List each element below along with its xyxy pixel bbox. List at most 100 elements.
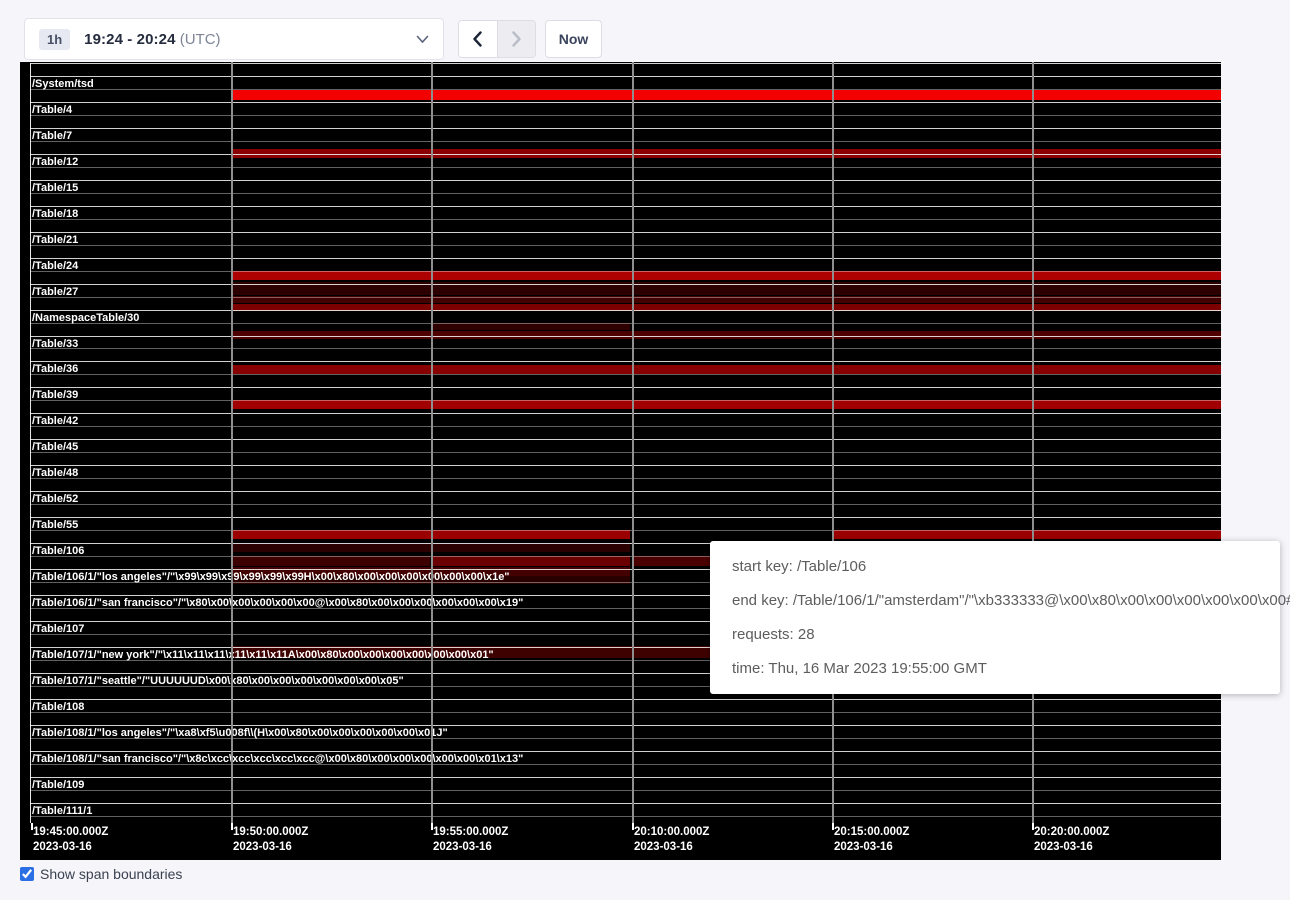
chevron-left-icon (472, 31, 483, 47)
axis-time: 20:10:00.000Z (634, 825, 709, 840)
prev-range-button[interactable] (459, 21, 497, 57)
span-boundary-line (30, 530, 1221, 531)
next-range-button[interactable] (497, 21, 535, 57)
row-label: /Table/4 (32, 105, 72, 116)
span-boundary-line (30, 790, 1221, 791)
row-label: /Table/42 (32, 416, 78, 427)
row-label: /Table/107 (32, 624, 84, 635)
row-label: /Table/24 (32, 261, 78, 272)
heat-band[interactable] (231, 90, 1221, 100)
time-range-selector[interactable]: 1h 19:24 - 20:24 (UTC) (24, 18, 444, 60)
span-boundary-line (30, 154, 1221, 155)
tooltip-start-key: start key: /Table/106 (732, 556, 1258, 578)
span-boundary-line (30, 426, 1221, 427)
axis-date: 2023-03-16 (1034, 840, 1109, 855)
axis-time: 19:55:00.000Z (433, 825, 508, 840)
tooltip-end-key: end key: /Table/106/1/"amsterdam"/"\xb33… (732, 590, 1258, 612)
axis-time-label: 20:15:00.000Z2023-03-16 (834, 825, 909, 855)
heat-band[interactable] (231, 271, 1221, 281)
span-boundary-line (30, 284, 1221, 285)
row-label: /NamespaceTable/30 (32, 313, 139, 324)
heat-band[interactable] (231, 365, 1221, 374)
row-label: /Table/108/1/"san francisco"/"\x8c\xcc\x… (32, 754, 523, 765)
chevron-right-icon (511, 31, 522, 47)
left-edge-line (30, 63, 31, 823)
row-label: /Table/111/1 (32, 806, 92, 817)
row-label: /System/tsd (32, 79, 94, 90)
time-gridline (632, 62, 634, 823)
time-range-nav-group (458, 20, 536, 58)
span-boundary-line (30, 297, 1221, 298)
row-label: /Table/108 (32, 702, 84, 713)
span-boundary-line (30, 219, 1221, 220)
span-boundary-line (30, 323, 1221, 324)
key-visualizer-page: 1h 19:24 - 20:24 (UTC) Now /System/tsd/T… (0, 0, 1290, 900)
row-label: /Table/106/1/"san francisco"/"\x80\x00\x… (32, 598, 523, 609)
span-boundary-line (30, 128, 1221, 129)
span-boundary-line (30, 102, 1221, 103)
show-span-boundaries-checkbox[interactable] (20, 867, 34, 881)
hover-tooltip: start key: /Table/106 end key: /Table/10… (710, 541, 1280, 694)
span-boundary-line (30, 336, 1221, 337)
span-boundary-line (30, 517, 1221, 518)
time-gridline (231, 62, 233, 823)
axis-time-label: 20:10:00.000Z2023-03-16 (634, 825, 709, 855)
row-label: /Table/107/1/"seattle"/"UUUUUUD\x00\x80\… (32, 676, 404, 687)
tooltip-requests: requests: 28 (732, 624, 1258, 646)
span-boundary-line (30, 478, 1221, 479)
span-boundary-line (30, 413, 1221, 414)
span-boundary-line (30, 193, 1221, 194)
row-label: /Table/55 (32, 520, 78, 531)
tooltip-time: time: Thu, 16 Mar 2023 19:55:00 GMT (732, 658, 1258, 680)
axis-time: 19:50:00.000Z (233, 825, 308, 840)
row-label: /Table/15 (32, 183, 78, 194)
row-label: /Table/108/1/"los angeles"/"\xa8\xf5\u00… (32, 728, 448, 739)
row-label: /Table/45 (32, 442, 78, 453)
axis-date: 2023-03-16 (33, 840, 108, 855)
row-label: /Table/18 (32, 209, 78, 220)
span-boundary-line (30, 491, 1221, 492)
key-visualizer-heatmap[interactable]: /System/tsd/Table/4/Table/7/Table/12/Tab… (20, 62, 1221, 860)
time-range-text: 19:24 - 20:24 (UTC) (84, 31, 220, 48)
row-label: /Table/107/1/"new york"/"\x11\x11\x11\x1… (32, 650, 494, 661)
axis-time-label: 20:20:00.000Z2023-03-16 (1034, 825, 1109, 855)
checkbox-label: Show span boundaries (40, 866, 182, 882)
time-range-value: 19:24 - 20:24 (84, 31, 175, 48)
axis-time: 19:45:00.000Z (33, 825, 108, 840)
span-boundary-line (30, 206, 1221, 207)
now-button[interactable]: Now (545, 20, 602, 58)
span-boundary-line (30, 751, 1221, 752)
span-boundary-line (30, 725, 1221, 726)
row-label: /Table/36 (32, 364, 78, 375)
span-boundary-line (30, 803, 1221, 804)
span-boundary-line (30, 76, 1221, 77)
axis-date: 2023-03-16 (834, 840, 909, 855)
span-boundary-line (30, 504, 1221, 505)
axis-time-label: 19:55:00.000Z2023-03-16 (433, 825, 508, 855)
time-range-preset-badge: 1h (39, 29, 70, 50)
span-boundary-line (30, 400, 1221, 401)
chevron-down-icon (416, 35, 429, 44)
time-gridline (431, 62, 433, 823)
span-boundary-line (30, 777, 1221, 778)
span-boundary-line (30, 348, 1221, 349)
span-boundary-line (30, 310, 1221, 311)
time-range-timezone: (UTC) (180, 31, 221, 48)
time-gridline (1032, 62, 1034, 823)
span-boundary-line (30, 141, 1221, 142)
axis-date: 2023-03-16 (233, 840, 308, 855)
axis-date: 2023-03-16 (433, 840, 508, 855)
span-boundary-line (30, 63, 1221, 64)
row-label: /Table/106/1/"los angeles"/"\x99\x99\x99… (32, 572, 510, 583)
heat-band[interactable] (431, 323, 630, 331)
span-boundary-line (30, 439, 1221, 440)
row-label: /Table/27 (32, 287, 78, 298)
row-label: /Table/48 (32, 468, 78, 479)
time-gridline (832, 62, 834, 823)
row-label: /Table/106 (32, 546, 84, 557)
row-label: /Table/7 (32, 131, 72, 142)
span-boundary-line (30, 115, 1221, 116)
span-boundaries-control[interactable]: Show span boundaries (20, 866, 182, 882)
span-boundary-line (30, 245, 1221, 246)
span-boundary-line (30, 89, 1221, 90)
